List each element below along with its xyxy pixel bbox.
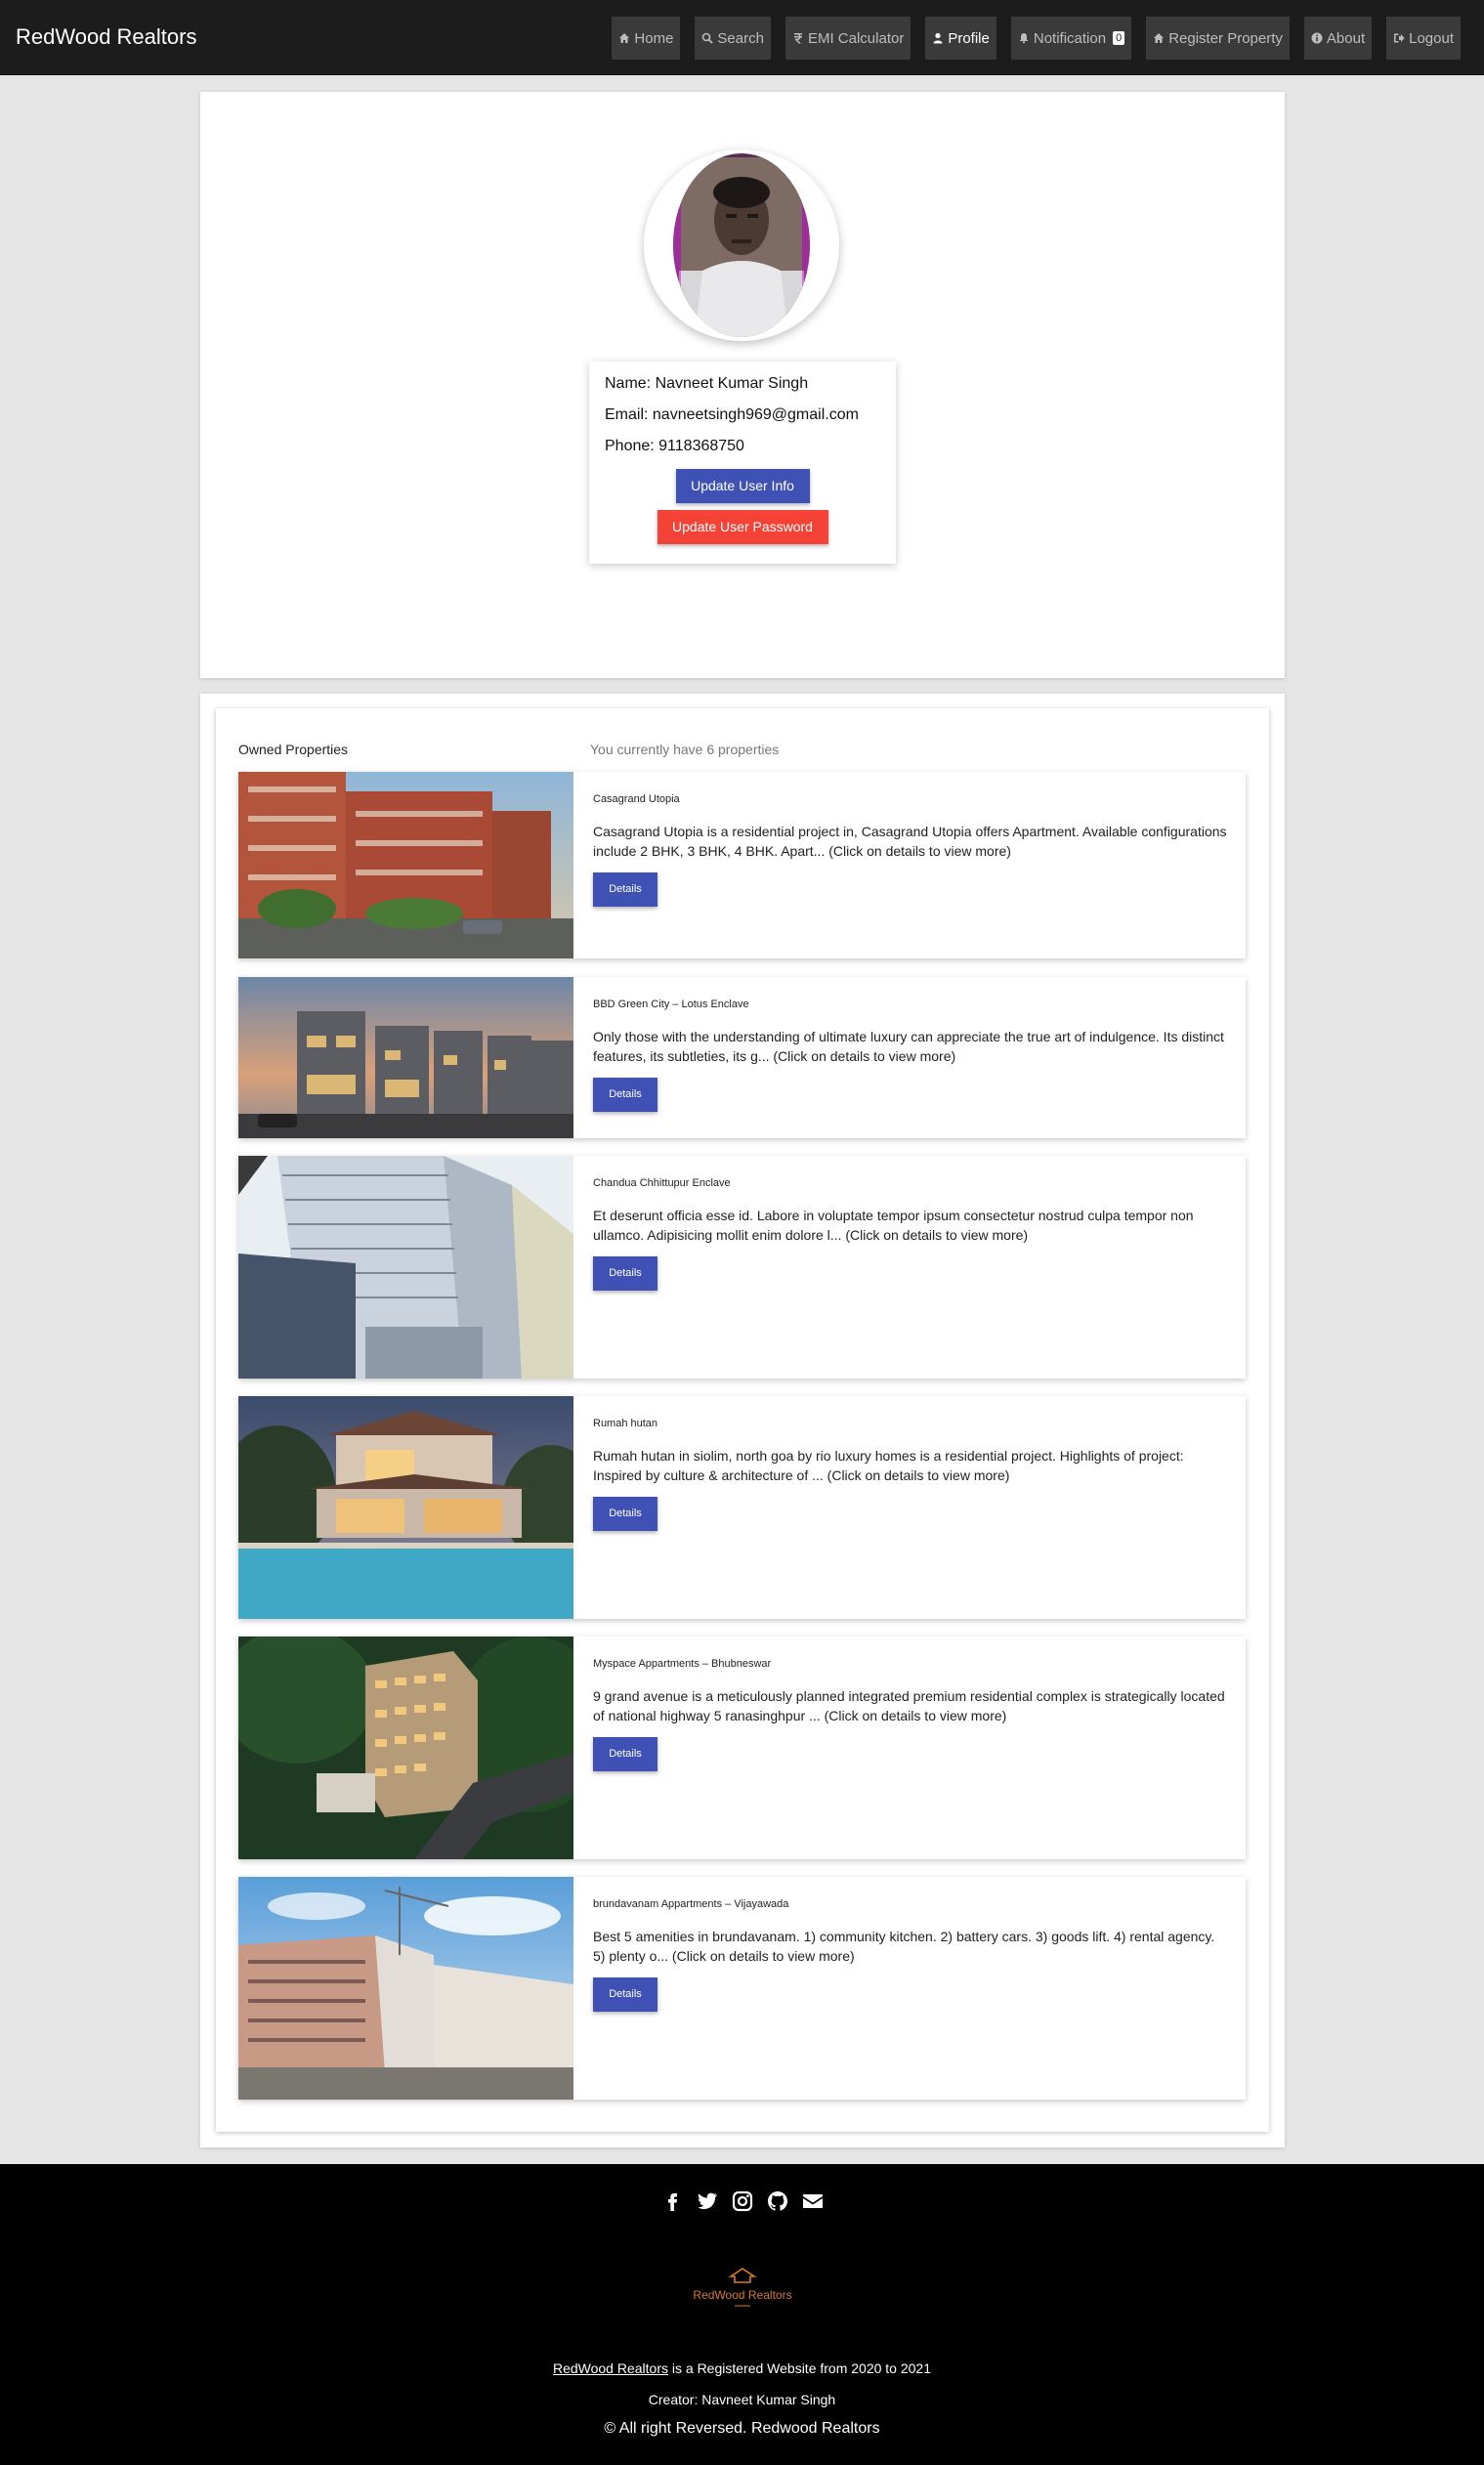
home-icon [619,33,630,43]
nav-search[interactable]: Search [695,17,771,60]
property-name: Myspace Appartments – Bhubneswar [593,1658,772,1670]
property-image [238,1877,573,2100]
details-button[interactable]: Details [593,1078,657,1112]
twitter-icon[interactable] [696,2189,719,2213]
property-description: 9 grand avenue is a meticulously planned… [593,1688,1225,1723]
nav-profile-label: Profile [948,29,990,47]
property-card: Casagrand Utopia Casagrand Utopia is a r… [238,772,1246,958]
details-button[interactable]: Details [593,1737,657,1771]
registered-suffix: is a Registered Website from 2020 to 202… [668,2360,932,2376]
creator-text: Creator: Navneet Kumar Singh [648,2392,836,2407]
copyright-text: © All right Reversed. Redwood Realtors [604,2420,880,2437]
property-description: Et deserunt officia esse id. Labore in v… [593,1208,1194,1243]
navbar: RedWood Realtors Home Search EMI Calcula… [0,0,1484,75]
nav-register-label: Register Property [1168,29,1283,47]
owned-properties-title: Owned Properties [238,742,349,757]
property-name: Casagrand Utopia [593,793,680,805]
nav-notification-label: Notification [1033,29,1107,47]
property-description: Casagrand Utopia is a residential projec… [593,824,1227,859]
nav-logout-label: Logout [1409,29,1454,47]
notification-badge: 0 [1113,31,1125,45]
property-card: Rumah hutan Rumah hutan in siolim, north… [238,1396,1246,1619]
property-card: Myspace Appartments – Bhubneswar 9 grand… [238,1636,1246,1859]
property-description: Only those with the understanding of ult… [593,1029,1224,1064]
property-image [238,977,573,1138]
user-info-box: Name: Navneet Kumar Singh Email: navneet… [589,361,896,564]
nav-profile[interactable]: Profile [925,17,996,60]
update-user-password-button[interactable]: Update User Password [657,510,828,544]
nav-menu: Home Search EMI Calculator Profile Notif… [612,17,1461,60]
details-button[interactable]: Details [593,872,657,907]
nav-emi-label: EMI Calculator [807,29,905,47]
user-name: Name: Navneet Kumar Singh [605,375,809,392]
nav-about-label: About [1326,29,1366,47]
nav-home[interactable]: Home [612,17,681,60]
property-body: Rumah hutan Rumah hutan in siolim, north… [593,1418,1228,1531]
property-name: Rumah hutan [593,1418,658,1429]
property-image [238,1396,573,1619]
property-body: Myspace Appartments – Bhubneswar 9 grand… [593,1658,1228,1771]
details-button[interactable]: Details [593,1497,657,1531]
details-button[interactable]: Details [593,1256,657,1291]
rupee-icon [793,33,802,44]
nav-about[interactable]: About [1303,17,1373,60]
brand-title[interactable]: RedWood Realtors [16,24,196,50]
user-phone: Phone: 9118368750 [605,438,744,454]
properties-count: You currently have 6 properties [590,742,780,757]
logout-icon [1394,33,1405,43]
envelope-icon[interactable] [801,2189,825,2213]
property-description: Best 5 amenities in brundavanam. 1) comm… [593,1929,1215,1964]
property-name: BBD Green City – Lotus Enclave [593,999,749,1010]
property-body: Chandua Chhittupur Enclave Et deserunt o… [593,1177,1228,1291]
nav-emi-calculator[interactable]: EMI Calculator [784,17,912,60]
search-icon [702,32,714,44]
social-links [0,2189,1484,2213]
property-card: Chandua Chhittupur Enclave Et deserunt o… [238,1156,1246,1379]
property-body: Casagrand Utopia Casagrand Utopia is a r… [593,793,1228,907]
update-user-info-button[interactable]: Update User Info [675,469,810,503]
properties-section: Owned Properties You currently have 6 pr… [200,694,1285,2147]
property-body: brundavanam Appartments – Vijayawada Bes… [593,1898,1228,2012]
footer-logo-text: RedWood Realtors [693,2288,791,2302]
property-card: BBD Green City – Lotus Enclave Only thos… [238,977,1246,1138]
user-icon [933,32,943,44]
property-image [238,772,573,958]
nav-register-property[interactable]: Register Property [1146,17,1290,60]
property-image [238,1156,573,1379]
details-button[interactable]: Details [593,1977,657,2012]
instagram-icon[interactable] [731,2189,754,2213]
property-image [238,1636,573,1859]
nav-search-label: Search [717,29,764,47]
facebook-icon[interactable] [660,2189,684,2213]
nav-logout[interactable]: Logout [1386,17,1461,60]
avatar [673,153,810,337]
footer-logo: RedWood Realtors [684,2265,801,2314]
bell-icon [1019,33,1029,44]
github-icon[interactable] [766,2189,789,2213]
property-card: brundavanam Appartments – Vijayawada Bes… [238,1877,1246,2100]
user-email: Email: navneetsingh969@gmail.com [605,406,859,423]
property-body: BBD Green City – Lotus Enclave Only thos… [593,999,1228,1112]
avatar-frame [644,149,839,341]
property-name: brundavanam Appartments – Vijayawada [593,1898,789,1910]
info-icon [1311,32,1323,44]
property-description: Rumah hutan in siolim, north goa by rio … [593,1448,1184,1483]
home-icon [1154,33,1165,43]
registered-link[interactable]: RedWood Realtors [553,2360,668,2376]
nav-notification[interactable]: Notification 0 [1010,17,1132,60]
properties-panel: Owned Properties You currently have 6 pr… [216,708,1269,2132]
registered-text: RedWood Realtors is a Registered Website… [0,2360,1484,2376]
footer: RedWood Realtors RedWood Realtors is a R… [0,2164,1484,2465]
property-name: Chandua Chhittupur Enclave [593,1177,731,1189]
nav-home-label: Home [634,29,674,47]
profile-card: Name: Navneet Kumar Singh Email: navneet… [200,92,1285,678]
